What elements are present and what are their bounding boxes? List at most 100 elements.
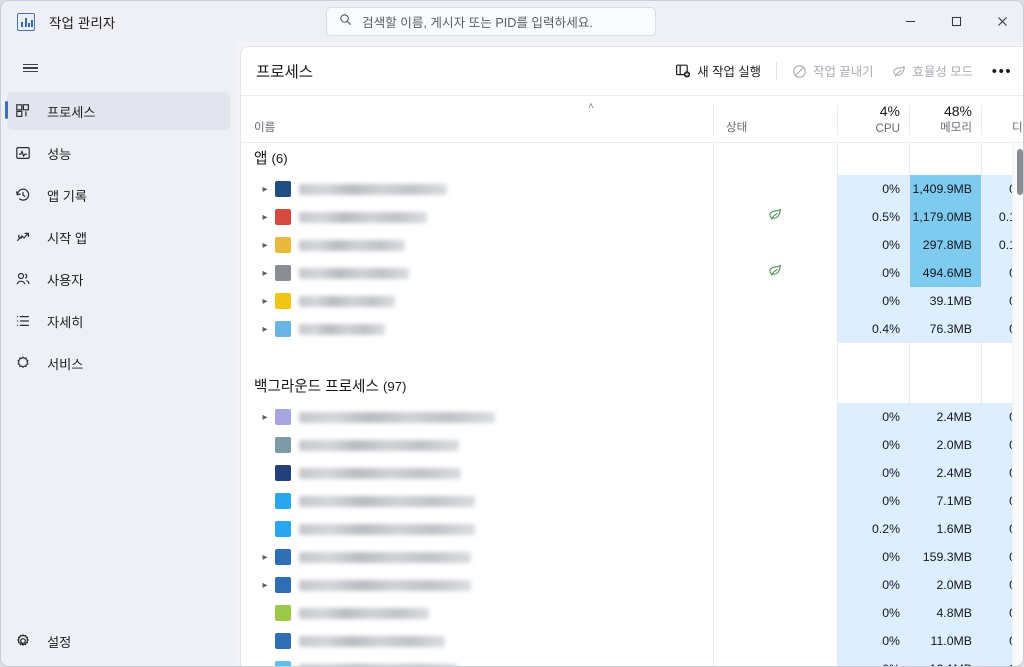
sidebar-item-processes[interactable]: 프로세스 — [5, 92, 230, 130]
column-header-memory[interactable]: 48% 메모리 — [909, 96, 981, 143]
table-row[interactable]: ▸0.4%76.3MB0MB/s0Mbps — [241, 315, 1023, 343]
table-row[interactable]: ▸0%11.0MB0MB/s0Mbps — [241, 627, 1023, 655]
cell-cpu: 0% — [882, 466, 900, 480]
cell-name[interactable]: ▸ — [241, 627, 713, 655]
table-row[interactable]: ▸0%7.1MB0MB/s0Mbps — [241, 487, 1023, 515]
table-body[interactable]: 앱 (6)▸0%1,409.9MB0MB/s0Mbps▸0.5%1,179.0M… — [241, 143, 1023, 667]
cell-status — [713, 431, 837, 459]
table-row[interactable]: ▸0%2.4MB0MB/s0Mbps — [241, 459, 1023, 487]
table-row[interactable]: ▸0%494.6MB0MB/s0Mbps — [241, 259, 1023, 287]
cell-memory: 2.0MB — [936, 438, 972, 452]
expand-chevron-icon[interactable]: ▸ — [255, 212, 275, 223]
table-row[interactable]: ▸0%12.1MB0MB/s0Mbps — [241, 655, 1023, 667]
cell-status — [713, 459, 837, 487]
table-row[interactable]: ▸0%4.8MB0MB/s0Mbps — [241, 599, 1023, 627]
vertical-scrollbar[interactable] — [1012, 143, 1023, 666]
column-header-cpu[interactable]: 4% CPU — [837, 96, 909, 143]
sidebar-item-label: 성능 — [47, 146, 72, 162]
sidebar-nav: 프로세스 성능 앱 기록 시작 앱 사용자 자세히 서비스 — [1, 92, 236, 386]
cell-name[interactable]: ▸ — [241, 599, 713, 627]
sidebar-item-settings[interactable]: 설정 — [7, 622, 230, 660]
group-header-row[interactable]: 백그라운드 프로세스 (97) — [241, 371, 1023, 403]
table-row[interactable]: ▸0%159.3MB0MB/s0Mbps — [241, 543, 1023, 571]
end-task-button[interactable]: 작업 끝내기 — [783, 56, 882, 86]
cell-status — [713, 627, 837, 655]
process-name — [299, 579, 471, 591]
group-header-row[interactable]: 앱 (6) — [241, 143, 1023, 175]
search-box[interactable]: 검색할 이름, 게시자 또는 PID를 입력하세요. — [326, 7, 656, 36]
expand-chevron-icon[interactable]: ▸ — [255, 184, 275, 195]
cell-name[interactable]: ▸ — [241, 203, 713, 231]
process-name — [299, 323, 385, 335]
new-task-icon — [675, 63, 691, 79]
process-name — [299, 467, 461, 479]
table-row[interactable]: ▸0%2.0MB0MB/s0Mbps — [241, 571, 1023, 599]
expand-chevron-icon[interactable]: ▸ — [255, 296, 275, 307]
more-options-icon[interactable]: ••• — [986, 56, 1018, 86]
cell-name[interactable]: ▸ — [241, 571, 713, 599]
toolbar: 프로세스 새 작업 실행 작업 끝내기 효율성 모드 ••• — [241, 47, 1023, 95]
column-header-disk[interactable]: 0% 디스크 — [981, 96, 1023, 143]
expand-chevron-icon[interactable]: ▸ — [255, 664, 275, 667]
cell-name[interactable]: ▸ — [241, 655, 713, 667]
minimize-button[interactable] — [887, 1, 933, 42]
table-row[interactable]: ▸0.5%1,179.0MB0.1MB/s0.1Mbps — [241, 203, 1023, 231]
efficiency-mode-button[interactable]: 효율성 모드 — [883, 56, 982, 86]
cell-status — [713, 655, 837, 666]
sidebar-item-details[interactable]: 자세히 — [7, 302, 230, 340]
expand-chevron-icon[interactable]: ▸ — [255, 324, 275, 335]
column-header-label: 디스크 — [1012, 121, 1023, 134]
sidebar-item-services[interactable]: 서비스 — [7, 344, 230, 382]
run-new-task-button[interactable]: 새 작업 실행 — [666, 56, 770, 86]
cell-status — [713, 571, 837, 599]
table-row[interactable]: ▸0%2.4MB0MB/s0Mbps — [241, 403, 1023, 431]
cell-name[interactable]: ▸ — [241, 403, 713, 431]
expand-chevron-icon: ▸ — [255, 496, 275, 507]
title-bar: 작업 관리자 검색할 이름, 게시자 또는 PID를 입력하세요. — [1, 1, 1023, 42]
column-header-label: 이름 — [254, 121, 276, 134]
cell-cpu: 0% — [882, 550, 900, 564]
table-row[interactable]: ▸0.2%1.6MB0MB/s0Mbps — [241, 515, 1023, 543]
expand-chevron-icon[interactable]: ▸ — [255, 240, 275, 251]
table-row[interactable]: ▸0%1,409.9MB0MB/s0Mbps — [241, 175, 1023, 203]
search-input[interactable]: 검색할 이름, 게시자 또는 PID를 입력하세요. — [362, 12, 593, 31]
cell-name[interactable]: ▸ — [241, 515, 713, 543]
sidebar-item-label: 앱 기록 — [47, 188, 88, 204]
cell-status — [713, 231, 837, 259]
column-divider — [981, 143, 982, 666]
sidebar-item-performance[interactable]: 성능 — [7, 134, 230, 172]
cell-memory: 1.6MB — [936, 522, 972, 536]
cell-name[interactable]: ▸ — [241, 231, 713, 259]
startup-apps-icon — [7, 229, 39, 245]
cell-name[interactable]: ▸ — [241, 459, 713, 487]
table-row[interactable]: ▸0%297.8MB0.1MB/s0Mbps — [241, 231, 1023, 259]
page-title: 프로세스 — [256, 64, 314, 81]
column-header-name[interactable]: 이름 — [241, 96, 713, 143]
cell-name[interactable]: ▸ — [241, 287, 713, 315]
hamburger-icon[interactable] — [11, 51, 49, 85]
column-header-status[interactable]: 상태 — [713, 96, 837, 143]
cell-name[interactable]: ▸ — [241, 175, 713, 203]
process-name — [299, 267, 409, 279]
expand-chevron-icon[interactable]: ▸ — [255, 552, 275, 563]
cell-name[interactable]: ▸ — [241, 431, 713, 459]
expand-chevron-icon[interactable]: ▸ — [255, 580, 275, 591]
process-icon — [275, 661, 291, 666]
close-button[interactable] — [979, 1, 1023, 42]
cell-name[interactable]: ▸ — [241, 259, 713, 287]
expand-chevron-icon: ▸ — [255, 636, 275, 647]
maximize-button[interactable] — [933, 1, 979, 42]
cell-cpu: 0% — [882, 294, 900, 308]
scrollbar-thumb[interactable] — [1017, 149, 1023, 195]
cell-name[interactable]: ▸ — [241, 315, 713, 343]
expand-chevron-icon[interactable]: ▸ — [255, 412, 275, 423]
expand-chevron-icon[interactable]: ▸ — [255, 268, 275, 279]
cell-name[interactable]: ▸ — [241, 543, 713, 571]
table-row[interactable]: ▸0%2.0MB0MB/s0Mbps — [241, 431, 1023, 459]
sidebar-item-app-history[interactable]: 앱 기록 — [7, 176, 230, 214]
process-name — [299, 411, 495, 423]
sidebar-item-users[interactable]: 사용자 — [7, 260, 230, 298]
table-row[interactable]: ▸0%39.1MB0MB/s0Mbps — [241, 287, 1023, 315]
cell-name[interactable]: ▸ — [241, 487, 713, 515]
sidebar-item-startup-apps[interactable]: 시작 앱 — [7, 218, 230, 256]
